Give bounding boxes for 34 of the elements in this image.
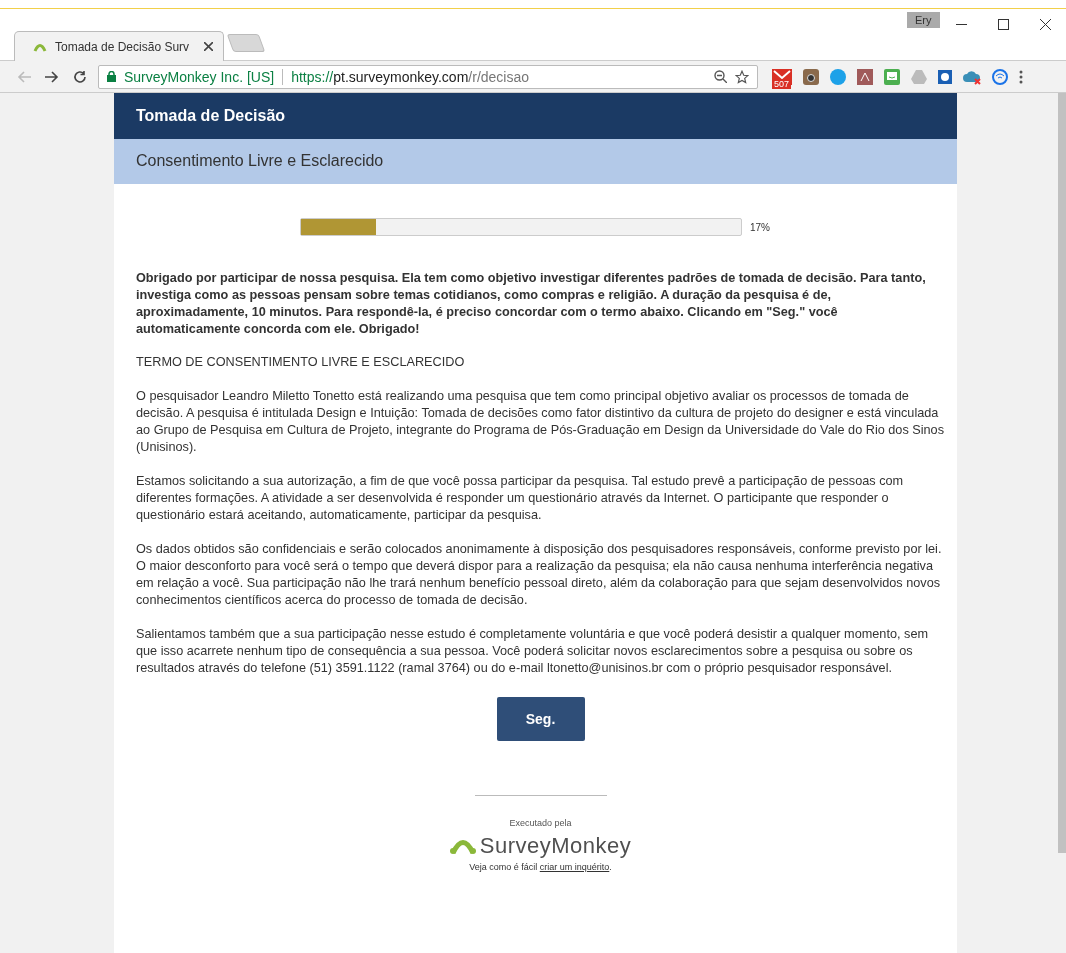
tab-title: Tomada de Decisão Surv	[55, 39, 191, 54]
profile-button[interactable]: Ery	[907, 12, 940, 28]
address-bar[interactable]: SurveyMonkey Inc. [US] https://pt.surveymonkey.com/r/decisao	[98, 64, 758, 89]
create-survey-text: Veja como é fácil criar um inquérito.	[469, 861, 612, 874]
scrollbar[interactable]	[1058, 93, 1066, 853]
star-icon[interactable]	[735, 69, 749, 84]
consent-paragraph: Os dados obtidos são confidenciais e serão colocados anonimamente à disposição dos pesquisadores responsáveis, conforme previsto por lei. O maior desconforto para você será o tempo que deverá dispor para a realização da pesquisa; ela não causa nenhuma interferência negativa em relação a você. Sua participação não lhe trará nenhum benefício pessoal direto, além da colaboração para que sejam desenvolvidos novos conhecimentos científicos acerca do processo de tomada de decisão.	[136, 541, 943, 609]
forward-icon[interactable]	[45, 70, 59, 83]
camera-icon[interactable]	[803, 68, 819, 85]
progress-percent: 17%	[750, 220, 770, 235]
survey-title: Tomada de Decisão	[114, 93, 957, 139]
section-heading: TERMO DE CONSENTIMENTO LIVRE E ESCLARECIDO	[136, 354, 466, 371]
cloud-icon[interactable]	[963, 68, 981, 85]
maximize-icon[interactable]	[997, 18, 1009, 30]
consent-paragraph: Salientamos também que a sua participação nesse estudo é completamente voluntária e que você poderá desistir a qualquer momento, sem que isso acarrete nenhum tipo de consequência a sua pessoa. Você poderá solicitar novos esclarecimentos sobre a pesquisa ou sobre os resultados através do telefone (51) 3591.1122 (ramal 3764) ou do e-mail ltonetto@unisinos.br com o próprio pesquisador responsável.	[136, 626, 929, 677]
close-icon[interactable]	[1039, 18, 1051, 30]
close-icon[interactable]	[204, 42, 213, 51]
consent-paragraph: Estamos solicitando a sua autorização, a fim de que você possa participar da pesquisa. Tal estudo prevê a participação de pessoas com diferentes formações. A atividade a ser desenvolvida é responder um questionário através da Internet. O participante que responder o questionário estará aceitando, automaticamente, participar da pesquisa.	[136, 473, 905, 524]
intro-text: Obrigado por participar de nossa pesquisa. Ela tem como objetivo investigar diferentes padrões de tomada de decisão. Para tanto, investiga como as pessoas pensam sobre temas cotidianos, como compras e religião. A duração da pesquisa é de, aproximadamente, 10 minutos. Para respondê-la, é preciso concordar com o termo abaixo. Clicando em "Seg." você automaticamente concorda com ele. Obrigado!	[136, 270, 927, 338]
next-button[interactable]: Seg.	[496, 697, 585, 741]
reload-icon[interactable]	[73, 69, 87, 84]
unread-badge: 507	[772, 78, 792, 89]
wifi-icon[interactable]	[992, 68, 1008, 85]
minimize-icon[interactable]	[955, 23, 967, 25]
zoom-out-icon[interactable]	[714, 70, 727, 83]
menu-icon[interactable]	[1019, 69, 1023, 84]
extension-icon[interactable]	[938, 69, 952, 84]
lock-icon	[107, 71, 116, 82]
page-title: Consentimento Livre e Esclarecido	[114, 139, 957, 184]
powered-by-text: Executado pela	[509, 817, 572, 830]
site-identity: SurveyMonkey Inc. [US]	[124, 68, 275, 85]
url-text: https://pt.surveymonkey.com/r/decisao	[291, 68, 531, 85]
browser-tab[interactable]: Tomada de Decisão Surv	[14, 31, 224, 61]
consent-paragraph: O pesquisador Leandro Miletto Tonetto está realizando uma pesquisa que tem como principal objetivo avaliar os processos de tomada de decisão. A pesquisa é intitulada Design e Intuição: Tomada de decisões como fator distintivo da cultura de projeto do designer e está vinculada ao Grupo de Pesquisa em Cultura de Projeto, integrante do Programa de Pós-Graduação em Design da Universidade do Vale do Rio dos Sinos (Unisinos).	[136, 388, 945, 456]
